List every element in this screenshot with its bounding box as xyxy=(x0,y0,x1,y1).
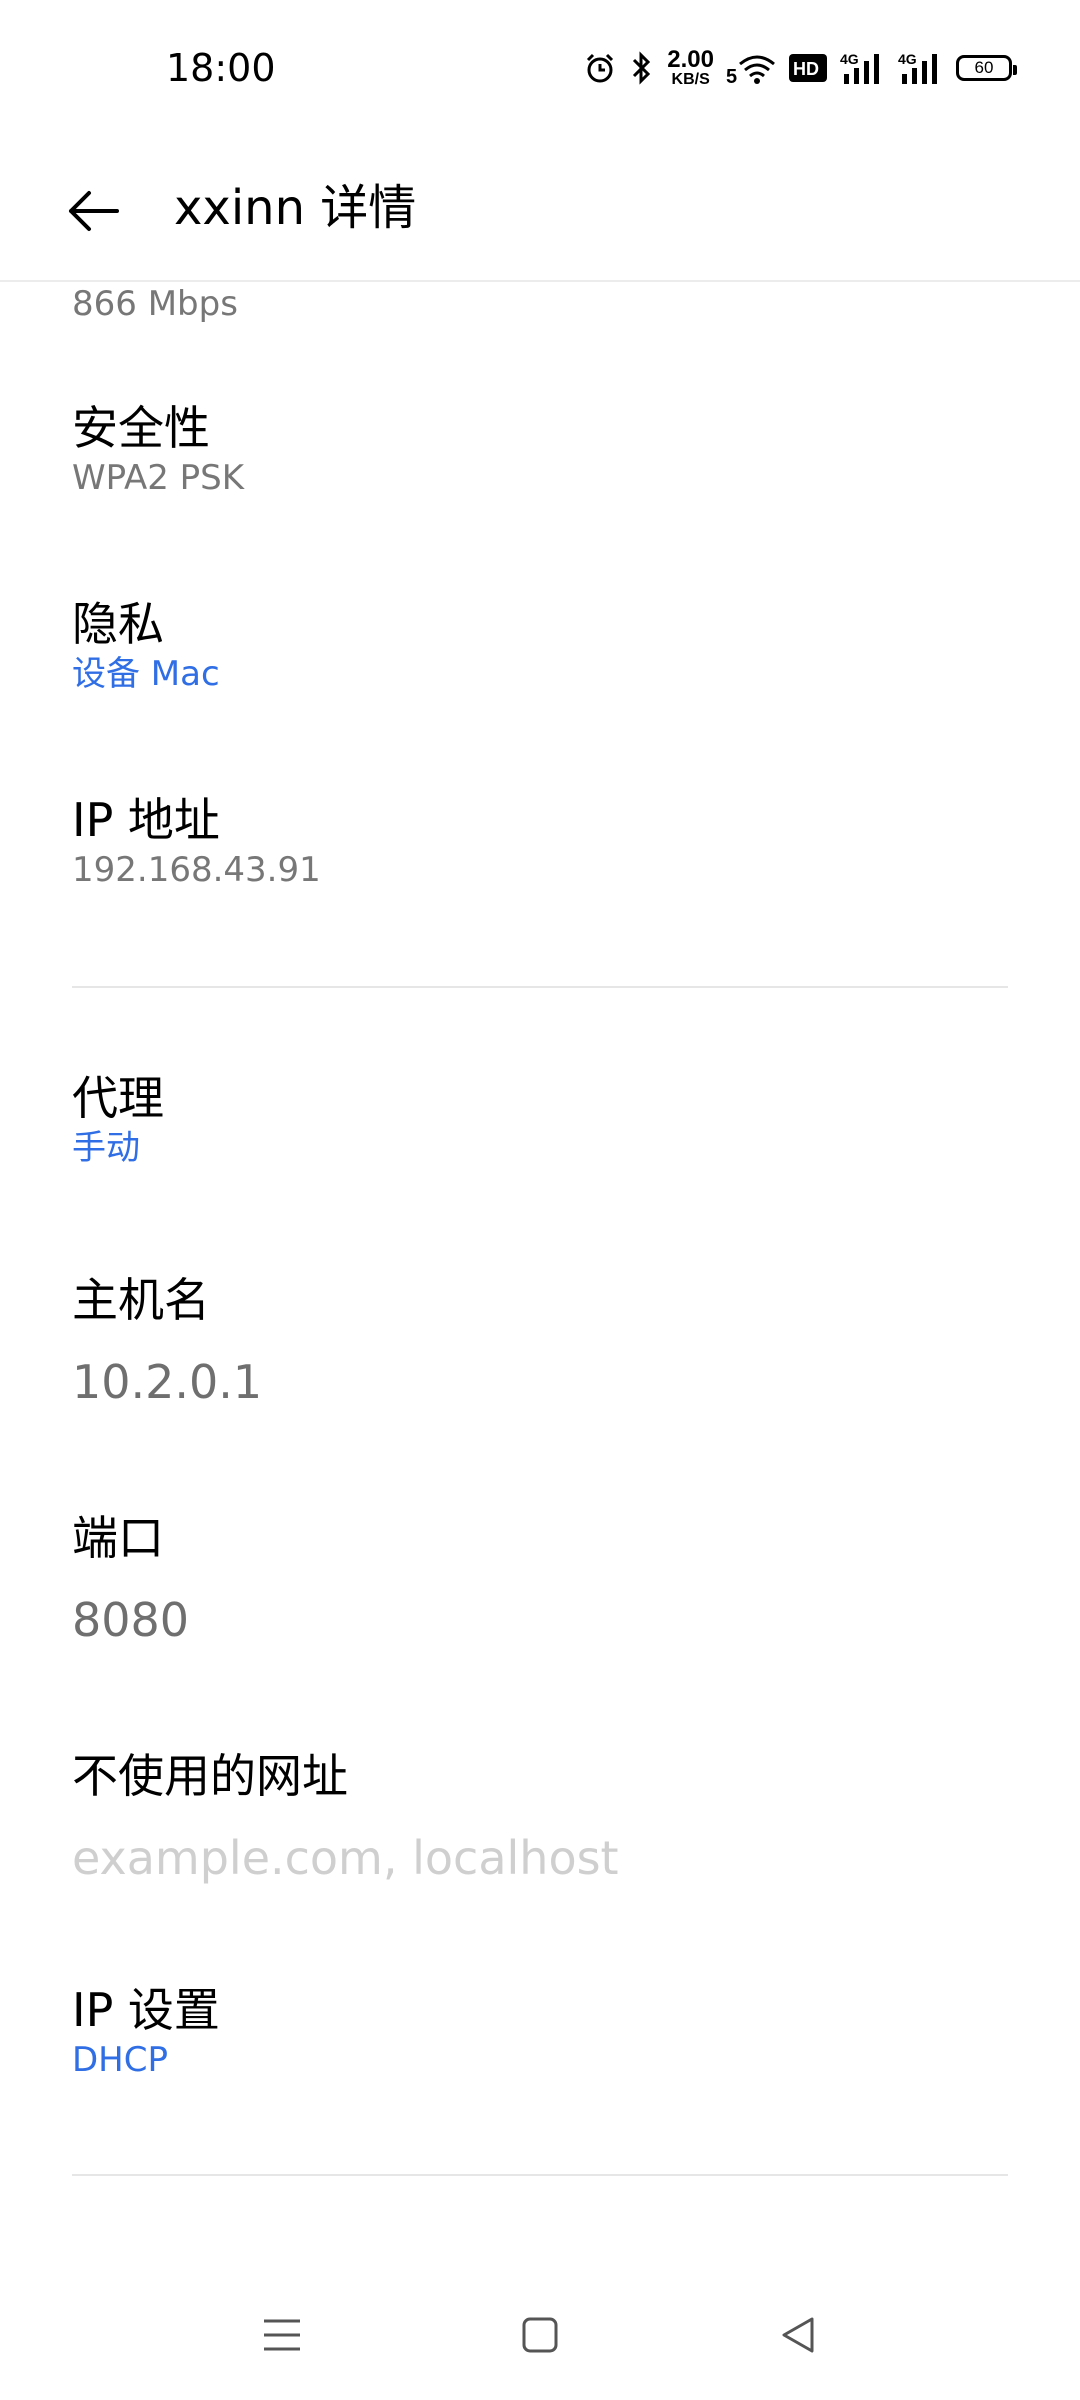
svg-text:5: 5 xyxy=(726,66,737,86)
port-input[interactable]: 8080 xyxy=(72,1590,1008,1650)
ip-settings-title: IP 设置 xyxy=(72,1983,220,2037)
ip-settings-value: DHCP xyxy=(72,2040,168,2080)
hostname-label: 主机名 xyxy=(72,1273,210,1327)
bluetooth-icon xyxy=(629,50,655,86)
battery-icon: 60 xyxy=(956,55,1017,81)
navigation-bar xyxy=(0,2280,1080,2390)
ip-address-value: 192.168.43.91 xyxy=(72,850,321,890)
arrow-left-icon xyxy=(69,191,119,231)
port-label: 端口 xyxy=(72,1511,164,1565)
port-field[interactable]: 端口 8080 xyxy=(72,1510,1008,1650)
ip-settings-item[interactable]: IP 设置 DHCP xyxy=(72,1982,1008,2082)
security-value: WPA2 PSK xyxy=(72,458,245,498)
link-speed-value: 866 Mbps xyxy=(72,284,238,324)
home-icon xyxy=(522,2317,558,2353)
ip-address-item: IP 地址 192.168.43.91 xyxy=(72,792,1008,892)
svg-text:4G: 4G xyxy=(840,51,859,67)
bypass-input[interactable]: example.com, localhost xyxy=(72,1828,1008,1888)
net-speed: 2.00 KB/S xyxy=(667,46,714,88)
menu-icon xyxy=(264,2319,300,2351)
back-triangle-icon xyxy=(782,2317,814,2353)
ip-address-title: IP 地址 xyxy=(72,793,220,847)
signal-icon: 4G xyxy=(898,50,944,86)
privacy-value: 设备 Mac xyxy=(72,654,220,694)
back-button[interactable] xyxy=(50,168,136,254)
page-title: xxinn 详情 xyxy=(174,180,417,236)
security-title: 安全性 xyxy=(72,401,210,455)
svg-text:4G: 4G xyxy=(898,51,917,67)
divider xyxy=(72,986,1008,988)
hostname-field[interactable]: 主机名 10.2.0.1 xyxy=(72,1272,1008,1412)
status-icons: 2.00 KB/S 5 HD 4G 4G 60 xyxy=(583,44,1017,92)
nav-back-button[interactable] xyxy=(758,2300,838,2370)
link-speed-item: 866 Mbps xyxy=(72,282,1008,326)
recent-apps-button[interactable] xyxy=(242,2300,322,2370)
privacy-title: 隐私 xyxy=(72,597,164,651)
divider xyxy=(72,2174,1008,2176)
svg-text:HD: HD xyxy=(793,59,819,79)
bypass-label: 不使用的网址 xyxy=(72,1749,348,1803)
wifi-icon: 5 xyxy=(726,50,776,86)
alarm-icon xyxy=(583,51,617,85)
app-bar: xxinn 详情 xyxy=(0,136,1080,282)
security-item: 安全性 WPA2 PSK xyxy=(72,400,1008,500)
bypass-field[interactable]: 不使用的网址 example.com, localhost xyxy=(72,1748,1008,1888)
status-bar: 18:00 2.00 KB/S 5 HD 4G 4G 60 xyxy=(0,0,1080,136)
status-time: 18:00 xyxy=(166,46,276,90)
signal-icon: 4G xyxy=(840,50,886,86)
hostname-input[interactable]: 10.2.0.1 xyxy=(72,1352,1008,1412)
proxy-value: 手动 xyxy=(72,1128,140,1168)
proxy-title: 代理 xyxy=(72,1071,164,1125)
privacy-item[interactable]: 隐私 设备 Mac xyxy=(72,596,1008,696)
hd-voice-icon: HD xyxy=(788,53,828,83)
proxy-item[interactable]: 代理 手动 xyxy=(72,1070,1008,1170)
home-button[interactable] xyxy=(500,2300,580,2370)
